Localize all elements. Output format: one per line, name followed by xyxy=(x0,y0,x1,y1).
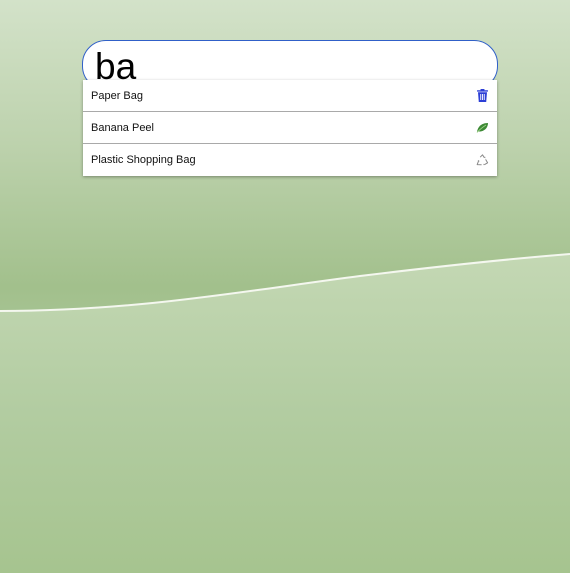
suggestion-paper-bag[interactable]: Paper Bag xyxy=(83,80,497,112)
autocomplete-dropdown: Paper Bag Banana Peel Plastic Shopping B… xyxy=(83,80,497,176)
recycle-icon xyxy=(475,153,489,167)
suggestion-plastic-shopping-bag[interactable]: Plastic Shopping Bag xyxy=(83,144,497,176)
suggestion-label: Paper Bag xyxy=(91,89,143,102)
trash-icon xyxy=(475,89,489,103)
leaf-icon xyxy=(475,121,489,135)
suggestion-label: Banana Peel xyxy=(91,121,154,134)
suggestion-banana-peel[interactable]: Banana Peel xyxy=(83,112,497,144)
suggestion-label: Plastic Shopping Bag xyxy=(91,154,196,166)
